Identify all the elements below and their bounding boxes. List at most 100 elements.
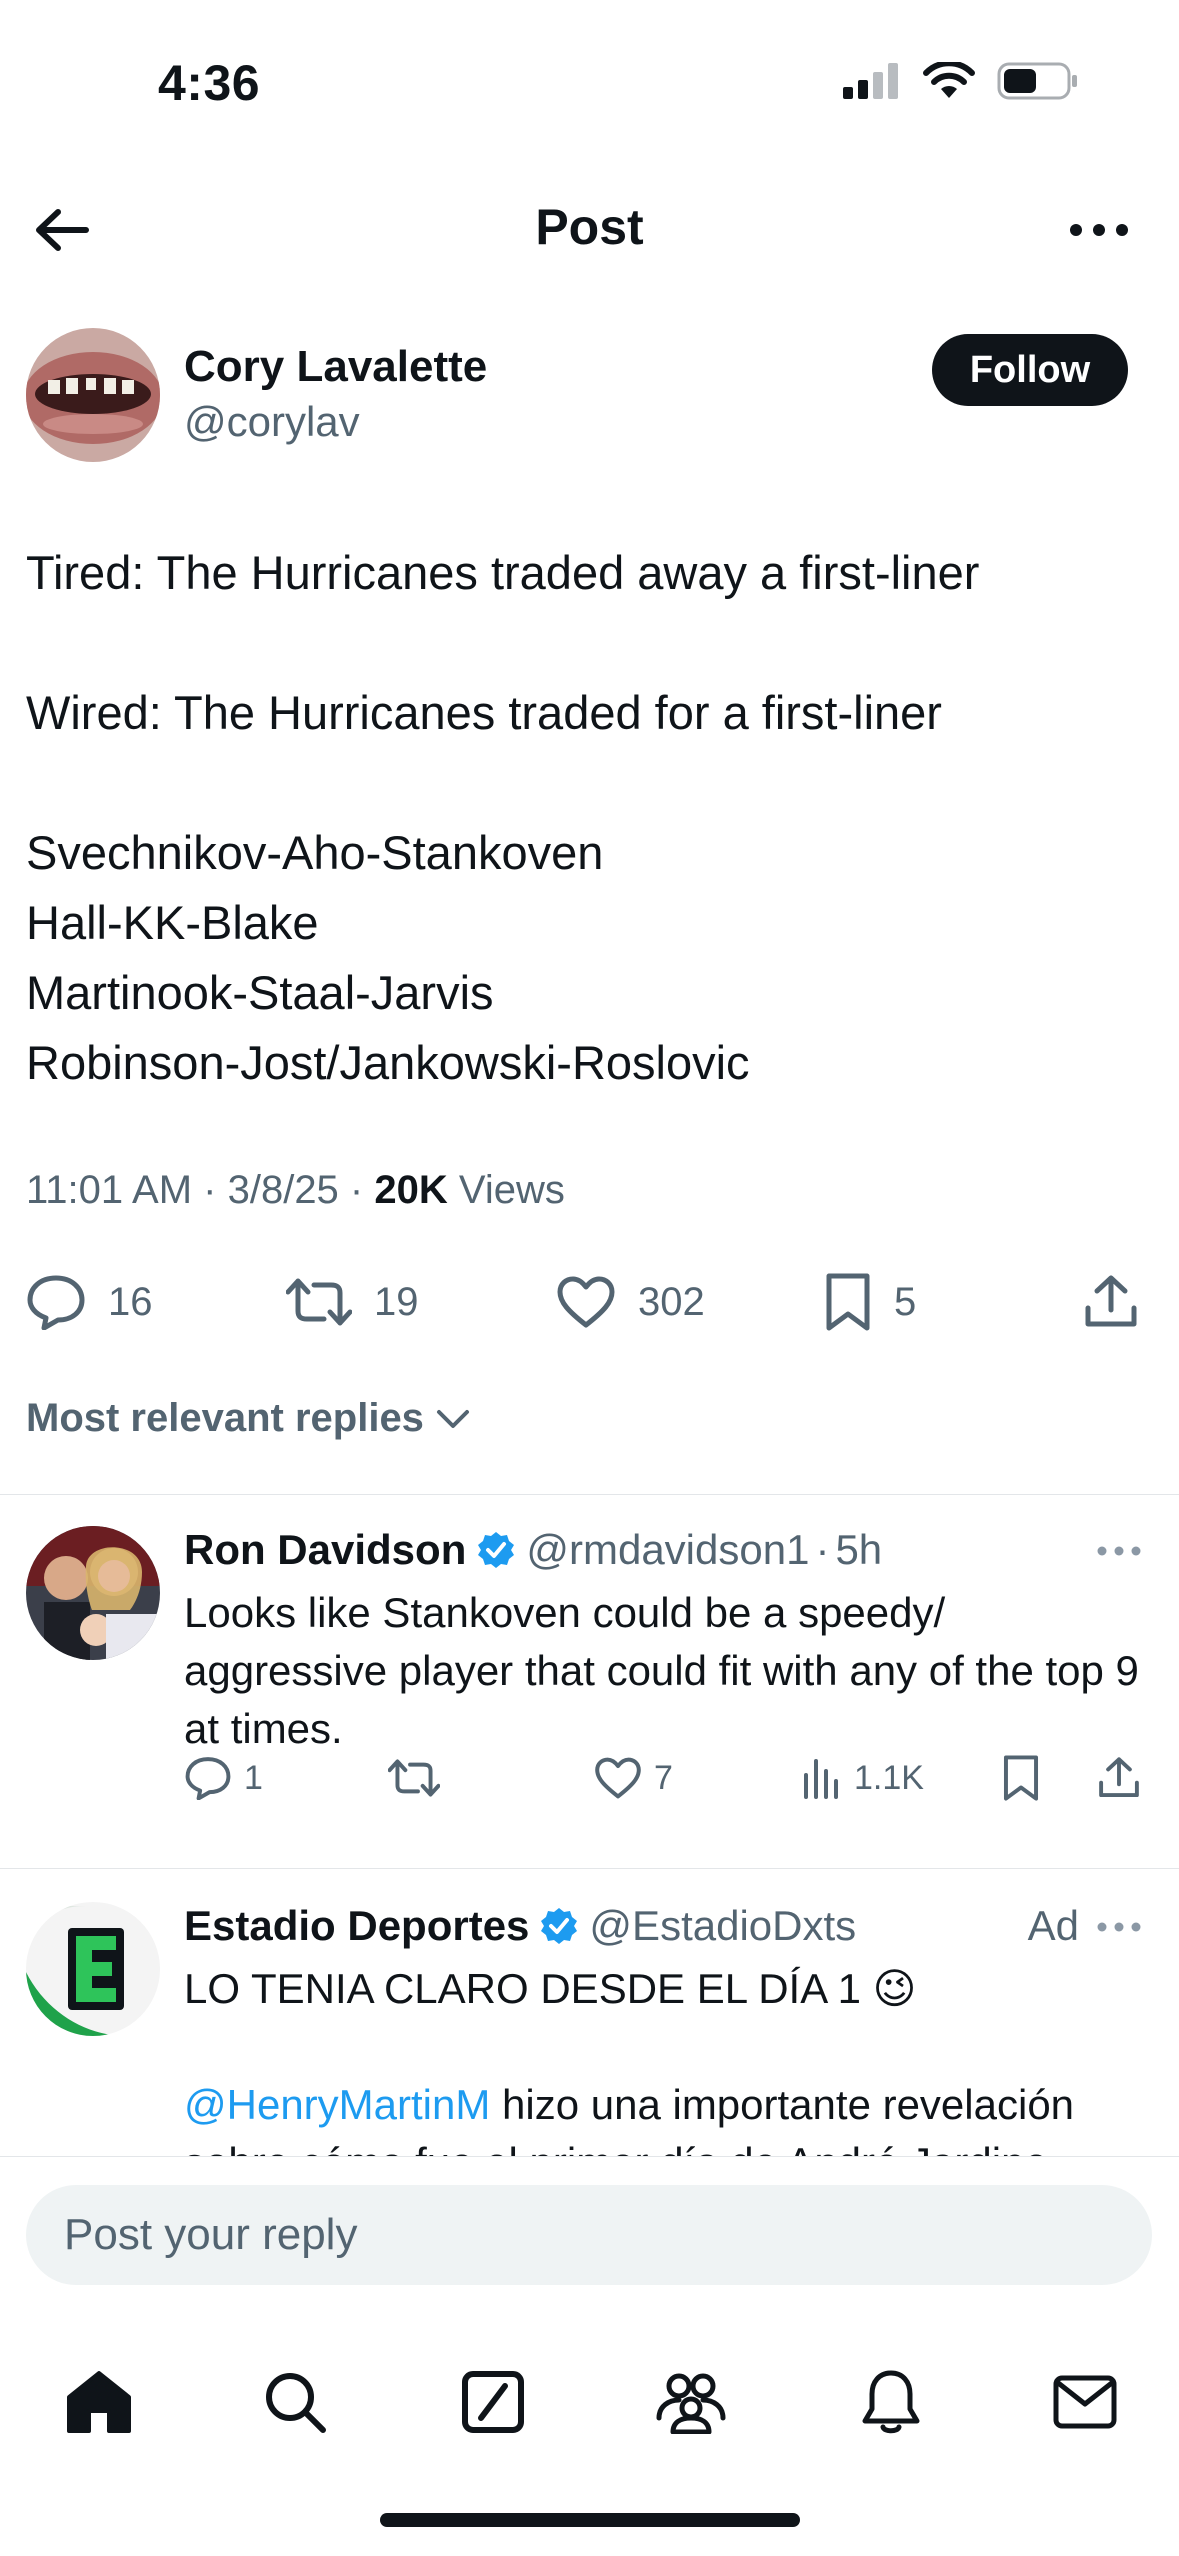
like-count: 302: [638, 1279, 705, 1324]
bookmark-icon: [1003, 1755, 1039, 1801]
reply-text-line: @HenryMartinM hizo una importante revela…: [184, 2076, 1144, 2134]
post-meta: 11:01 AM · 3/8/25 · 20K Views: [26, 1168, 565, 1212]
reply-more-button[interactable]: [1089, 1902, 1149, 1952]
more-horizontal-icon: [1097, 1922, 1141, 1932]
post-text-line: Martinook-Staal-Jarvis: [26, 966, 494, 1019]
battery-icon: [997, 62, 1077, 100]
reply-sort-label: Most relevant replies: [26, 1396, 424, 1440]
post-author: Cory Lavalette @corylav Follow: [0, 328, 1179, 468]
bookmark-button[interactable]: 5: [824, 1262, 916, 1342]
reply-text: LO TENIA CLARO DESDE EL DÍA 1 😉 @HenryMa…: [184, 1960, 1144, 2156]
reply-reply-count: 1: [244, 1758, 263, 1797]
reply-avatar[interactable]: [26, 1526, 160, 1660]
bookmark-count: 5: [894, 1279, 917, 1324]
verified-badge-icon: [539, 1906, 579, 1946]
reply-share-button[interactable]: [1098, 1748, 1140, 1808]
reply-bookmark-button[interactable]: [1002, 1748, 1040, 1808]
post-text-line: Tired: The Hurricanes traded away a firs…: [26, 546, 980, 599]
reply-repost-button[interactable]: [388, 1748, 452, 1808]
reply-composer-input[interactable]: Post your reply: [26, 2185, 1152, 2285]
reply-author-handle[interactable]: @rmdavidson1: [526, 1526, 809, 1574]
search-icon: [266, 2373, 326, 2433]
post-date[interactable]: 3/8/25: [228, 1168, 339, 1212]
reply-text-line: sobre cómo fue el primer día de André Ja…: [184, 2134, 1144, 2156]
reply-views-button[interactable]: 1.1K: [802, 1748, 924, 1808]
post-views-count[interactable]: 20K: [374, 1168, 447, 1212]
tab-home[interactable]: [54, 2357, 144, 2447]
reply-header: Ron Davidson @rmdavidson1 · 5h: [184, 1526, 1144, 1574]
post-text-blank-line: [26, 748, 1156, 818]
reply-separator: ·: [815, 1526, 830, 1573]
heart-icon: [557, 1276, 615, 1328]
divider: [0, 1868, 1179, 1869]
bell-icon: [862, 2370, 920, 2434]
author-name[interactable]: Cory Lavalette: [184, 342, 487, 392]
communities-icon: [656, 2373, 726, 2434]
tab-messages[interactable]: [1040, 2357, 1130, 2447]
more-horizontal-icon: [1097, 1546, 1141, 1556]
reply-reply-button[interactable]: 1: [184, 1748, 263, 1808]
more-options-button[interactable]: [1059, 194, 1139, 266]
tab-bar: [0, 2327, 1179, 2467]
home-icon: [67, 2371, 131, 2433]
bookmark-icon: [826, 1273, 870, 1331]
reply-item[interactable]: Ron Davidson @rmdavidson1 · 5h Looks lik…: [0, 1526, 1179, 1856]
reply-text-line: LO TENIA CLARO DESDE EL DÍA 1 😉: [184, 1965, 917, 2012]
bottom-bar: Post your reply: [0, 2156, 1179, 2556]
grok-icon: [462, 2371, 524, 2433]
author-avatar[interactable]: [26, 328, 160, 462]
reply-actions: 1 7 1.1K: [184, 1748, 1144, 1808]
status-icons: [843, 62, 1079, 100]
chevron-down-icon: [436, 1409, 469, 1428]
tab-grok[interactable]: [448, 2357, 538, 2447]
post-text-blank-line: [26, 608, 1156, 678]
post-text-line: Wired: The Hurricanes traded for a first…: [26, 686, 942, 739]
reply-icon: [27, 1275, 85, 1330]
post-text-line: Hall-KK-Blake: [26, 896, 319, 949]
like-button[interactable]: 302: [556, 1262, 705, 1342]
reply-author-name[interactable]: Estadio Deportes: [184, 1902, 529, 1950]
post-time[interactable]: 11:01 AM: [26, 1168, 192, 1212]
share-icon: [1085, 1275, 1137, 1327]
reply-more-button[interactable]: [1089, 1526, 1149, 1576]
wifi-icon: [923, 62, 975, 98]
reply-avatar[interactable]: [26, 1902, 160, 2036]
reply-like-button[interactable]: 7: [594, 1748, 673, 1808]
post-text-line: Svechnikov-Aho-Stankoven: [26, 826, 604, 879]
reply-age: 5h: [835, 1526, 883, 1573]
divider: [0, 1494, 1179, 1495]
reply-views-count: 1.1K: [854, 1758, 924, 1797]
follow-button[interactable]: Follow: [932, 334, 1128, 406]
tab-communities[interactable]: [646, 2357, 736, 2447]
avatar-image: [26, 1526, 160, 1660]
avatar-image: [26, 1902, 160, 2036]
post-actions: 16 19 302 5: [0, 1262, 1179, 1342]
reply-like-count: 7: [654, 1758, 673, 1797]
repost-count: 19: [374, 1279, 419, 1324]
reply-button[interactable]: 16: [26, 1262, 153, 1342]
heart-icon: [595, 1757, 641, 1799]
avatar-image: [26, 328, 160, 462]
share-icon: [1099, 1757, 1139, 1798]
ad-label: Ad: [1027, 1902, 1079, 1949]
nav-header: Post: [0, 170, 1179, 290]
reply-icon: [185, 1757, 231, 1800]
tab-search[interactable]: [250, 2357, 340, 2447]
post-text-line: Robinson-Jost/Jankowski-Roslovic: [26, 1036, 750, 1089]
page-title: Post: [535, 199, 644, 255]
mail-icon: [1053, 2375, 1117, 2429]
more-horizontal-icon: [1070, 224, 1128, 236]
post-views-label: Views: [458, 1168, 565, 1212]
mention-link[interactable]: @HenryMartinM: [184, 2081, 490, 2128]
reply-author-name[interactable]: Ron Davidson: [184, 1526, 466, 1574]
author-handle[interactable]: @corylav: [184, 398, 360, 446]
tab-notifications[interactable]: [846, 2357, 936, 2447]
reply-count: 16: [108, 1279, 153, 1324]
home-indicator: [380, 2513, 800, 2527]
share-button[interactable]: [1084, 1262, 1138, 1342]
promoted-reply-item[interactable]: Estadio Deportes @EstadioDxts Ad LO TENI…: [0, 1902, 1179, 2156]
repost-button[interactable]: 19: [286, 1262, 419, 1342]
reply-sort-selector[interactable]: Most relevant replies: [26, 1396, 470, 1441]
reply-text: Looks like Stankoven could be a speedy/ …: [184, 1589, 1139, 1752]
reply-author-handle[interactable]: @EstadioDxts: [589, 1902, 856, 1950]
